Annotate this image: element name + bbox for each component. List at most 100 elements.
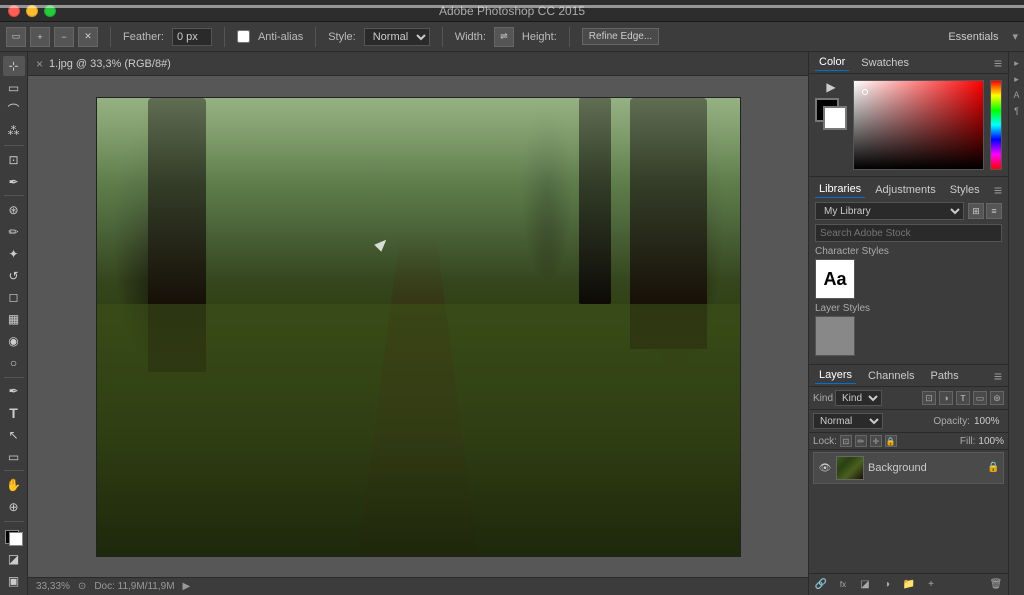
strip-icon-2[interactable]: ▸ (1010, 72, 1024, 86)
hue-slider[interactable] (990, 80, 1002, 170)
dodge-tool[interactable]: ○ (3, 353, 25, 373)
layer-mask-btn[interactable]: ◪ (857, 577, 873, 593)
layers-tab[interactable]: Layers (815, 367, 856, 384)
crop-tool[interactable]: ⊡ (3, 150, 25, 170)
layer-link-btn[interactable]: 🔗 (813, 577, 829, 593)
styles-tab[interactable]: Styles (946, 182, 984, 198)
feather-input[interactable] (172, 28, 212, 46)
anti-alias-label: Anti-alias (258, 31, 303, 43)
opacity-value[interactable]: 100% (974, 416, 1004, 427)
essentials-button[interactable]: Essentials (942, 29, 1004, 45)
minimize-button[interactable] (26, 5, 38, 17)
play-icon[interactable]: ▶ (826, 80, 835, 94)
tool-sep-2 (4, 195, 24, 196)
zoom-tool[interactable]: ⊕ (3, 497, 25, 517)
maximize-button[interactable] (44, 5, 56, 17)
libraries-tab[interactable]: Libraries (815, 181, 865, 198)
style-select[interactable]: Normal (364, 28, 430, 46)
lasso-tool[interactable]: ⌒ (3, 100, 25, 120)
char-style-preview[interactable]: Aa (815, 259, 855, 299)
lock-transparency-btn[interactable]: ⊡ (840, 435, 852, 447)
filter-type-icon[interactable]: T (956, 391, 970, 405)
layers-bottom-toolbar: 🔗 fx ◪ ◑ 📁 + 🗑 (809, 573, 1008, 595)
layer-style-preview[interactable] (815, 316, 855, 356)
brush-tool[interactable]: ✏ (3, 222, 25, 242)
strip-icon-4[interactable]: ¶ (1010, 104, 1024, 118)
blend-mode-select[interactable]: Normal (813, 413, 883, 429)
adjustments-tab[interactable]: Adjustments (871, 182, 940, 198)
width-height-swap[interactable]: ⇌ (494, 27, 514, 47)
list-view-btn[interactable]: ≡ (986, 203, 1002, 219)
lock-position-btn[interactable]: ✛ (870, 435, 882, 447)
layers-panel-menu[interactable]: ≡ (994, 368, 1002, 384)
kind-filter: Kind Kind (813, 390, 920, 406)
adobe-stock-search[interactable] (815, 224, 1002, 242)
swatches-tab[interactable]: Swatches (857, 55, 913, 71)
layer-visibility-toggle[interactable]: 👁 (818, 461, 832, 475)
window-controls[interactable] (8, 5, 56, 17)
filter-pixel-icon[interactable]: ⊡ (922, 391, 936, 405)
magic-wand-tool[interactable]: ⁂ (3, 121, 25, 141)
layer-group-btn[interactable]: 📁 (901, 577, 917, 593)
marquee-tool[interactable]: ▭ (3, 78, 25, 98)
background-color-swatch[interactable] (823, 106, 847, 130)
lib-panel-menu[interactable]: ≡ (994, 182, 1002, 198)
layer-thumb-image (837, 457, 863, 479)
gradient-tool[interactable]: ▦ (3, 309, 25, 329)
lock-all-btn[interactable]: 🔒 (885, 435, 897, 447)
fg-bg-swatch[interactable] (3, 528, 25, 548)
hand-tool[interactable]: ✋ (3, 475, 25, 495)
channels-tab[interactable]: Channels (864, 368, 918, 384)
strip-icon-3[interactable]: A (1010, 88, 1024, 102)
add-selection-btn[interactable]: + (30, 27, 50, 47)
library-select[interactable]: My Library (815, 202, 964, 220)
kind-select[interactable]: Kind (835, 390, 882, 406)
libraries-panel: Libraries Adjustments Styles ≡ My Librar… (809, 177, 1008, 365)
fg-bg-color-swatches[interactable] (815, 98, 847, 130)
eyedropper-tool[interactable]: ✒ (3, 172, 25, 192)
pen-tool[interactable]: ✒ (3, 381, 25, 401)
color-panel-menu[interactable]: ≡ (994, 55, 1002, 71)
clone-stamp-tool[interactable]: ✦ (3, 244, 25, 264)
type-tool[interactable]: T (3, 403, 25, 423)
canvas-content[interactable] (28, 76, 808, 577)
status-arrow: ▶ (183, 581, 191, 592)
layer-adjustment-btn[interactable]: ◑ (879, 577, 895, 593)
grid-view-btn[interactable]: ⊞ (968, 203, 984, 219)
path-selection-tool[interactable]: ↖ (3, 425, 25, 445)
close-button[interactable] (8, 5, 20, 17)
layer-new-btn[interactable]: + (923, 577, 939, 593)
move-tool[interactable]: ⊹ (3, 56, 25, 76)
shape-tool[interactable]: ▭ (3, 447, 25, 467)
subtract-selection-btn[interactable]: − (54, 27, 74, 47)
separator-3 (315, 27, 316, 47)
strip-icon-1[interactable]: ▸ (1010, 56, 1024, 70)
fill-value[interactable]: 100% (978, 436, 1004, 447)
blur-tool[interactable]: ◉ (3, 331, 25, 351)
refine-edge-button[interactable]: Refine Edge... (582, 28, 659, 45)
background-color[interactable] (9, 532, 23, 546)
lock-pixels-btn[interactable]: ✏ (855, 435, 867, 447)
history-brush-tool[interactable]: ↺ (3, 266, 25, 286)
spot-heal-tool[interactable]: ⊛ (3, 200, 25, 220)
lock-label: Lock: (813, 436, 837, 447)
filter-adjust-icon[interactable]: ◑ (939, 391, 953, 405)
new-selection-btn[interactable]: ▭ (6, 27, 26, 47)
eraser-tool[interactable]: ◻ (3, 287, 25, 307)
filter-icons: ⊡ ◑ T ▭ ⊛ (922, 391, 1004, 405)
color-picker-cursor (862, 89, 868, 95)
color-tab[interactable]: Color (815, 54, 849, 71)
layer-delete-btn[interactable]: 🗑 (988, 577, 1004, 593)
intersect-selection-btn[interactable]: ✕ (78, 27, 98, 47)
layer-row[interactable]: 👁 Background 🔒 (813, 452, 1004, 484)
anti-alias-checkbox[interactable] (237, 30, 250, 43)
screen-mode-toggle[interactable]: ▣ (3, 571, 25, 591)
filter-smart-icon[interactable]: ⊛ (990, 391, 1004, 405)
layer-fx-btn[interactable]: fx (835, 577, 851, 593)
paths-tab[interactable]: Paths (927, 368, 963, 384)
essentials-dropdown-icon[interactable]: ▾ (1012, 30, 1018, 43)
filter-shape-icon[interactable]: ▭ (973, 391, 987, 405)
canvas-tab-close[interactable]: × (36, 57, 43, 71)
quick-mask-toggle[interactable]: ◪ (3, 550, 25, 570)
color-gradient-picker[interactable] (853, 80, 984, 170)
